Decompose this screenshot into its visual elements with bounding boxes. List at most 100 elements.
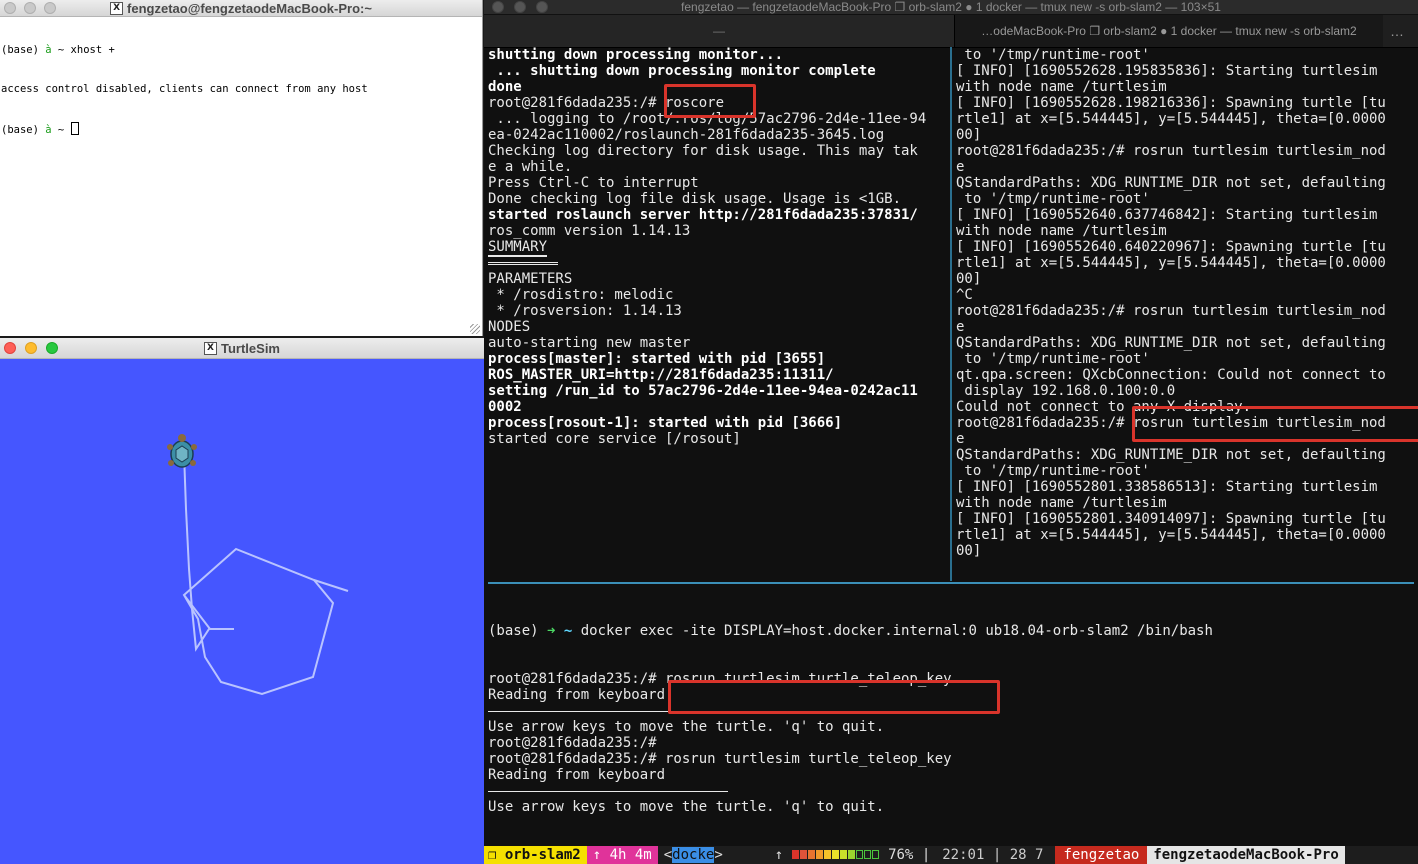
hostname-badge: fengzetaodeMacBook-Pro: [1147, 846, 1345, 864]
terminal-line: ROS_MASTER_URI=http://281f6dada235:11311…: [488, 367, 834, 383]
window-controls: [492, 1, 548, 13]
terminal-line: Could not connect to any X display.: [956, 399, 1252, 415]
terminal-line: Press Ctrl-C to interrupt: [488, 175, 699, 191]
terminal-line: e a while.: [488, 159, 573, 175]
terminal-line: [ INFO] [1690552628.195835836]: Starting…: [956, 63, 1378, 79]
battery-cell: [807, 850, 815, 859]
resize-grip-icon[interactable]: [470, 324, 480, 334]
terminal-line: setting /run_id to 57ac2796-2d4e-11ee-94…: [488, 383, 918, 399]
battery-bar: [791, 847, 880, 863]
minimize-button[interactable]: [25, 342, 37, 354]
terminal-line: [ INFO] [1690552628.198216336]: Spawning…: [956, 95, 1386, 111]
tab-label: …odeMacBook-Pro ❐ orb-slam2 ● 1 docker —…: [981, 24, 1357, 38]
terminal-line: done: [488, 79, 522, 95]
terminal-line: with node name /turtlesim: [956, 223, 1167, 239]
terminal-line: root@281f6dada235:/# rosrun turtlesim tu…: [488, 751, 952, 767]
text-cursor: [70, 122, 79, 135]
tmux-window-list[interactable]: <docke>: [657, 846, 729, 864]
tab-label: —: [713, 24, 725, 38]
terminal-line: * /rosversion: 1.14.13: [488, 303, 682, 319]
zoom-button[interactable]: [44, 2, 56, 14]
close-button[interactable]: [4, 2, 16, 14]
terminal-line: with node name /turtlesim: [956, 79, 1167, 95]
zoom-button[interactable]: [46, 342, 58, 354]
terminal-line: [488, 255, 950, 271]
terminal-line: process[rosout-1]: started with pid [366…: [488, 415, 843, 431]
turtlesim-window: X TurtleSim: [0, 338, 484, 864]
battery-cell: [823, 850, 831, 859]
xterm-titlebar[interactable]: X fengzetao@fengzetaodeMacBook-Pro:~: [0, 0, 482, 17]
terminal-line: ros_comm version 1.14.13: [488, 223, 691, 239]
terminal-line: Use arrow keys to move the turtle. 'q' t…: [488, 719, 885, 735]
terminal-line: QStandardPaths: XDG_RUNTIME_DIR not set,…: [956, 175, 1386, 191]
more-icon[interactable]: …: [1390, 23, 1404, 39]
battery-cell: [831, 850, 839, 859]
terminal-line: e: [956, 159, 965, 175]
terminal-line: root@281f6dada235:/# rosrun turtlesim tu…: [956, 415, 1386, 431]
battery-cell: [847, 850, 855, 859]
terminal-line: to '/tmp/runtime-root': [956, 463, 1150, 479]
terminal-line: rtle1] at x=[5.544445], y=[5.544445], th…: [956, 527, 1386, 543]
terminal-line: root@281f6dada235:/# rosrun turtlesim tu…: [488, 671, 952, 687]
iterm-titlebar[interactable]: fengzetao — fengzetaodeMacBook-Pro ❐ orb…: [484, 0, 1418, 15]
battery-cell: [855, 850, 863, 859]
terminal-line: e: [956, 319, 965, 335]
tab-bar: — …odeMacBook-Pro ❐ orb-slam2 ● 1 docker…: [484, 15, 1418, 48]
xterm-output[interactable]: (base) à ~ xhost + access control disabl…: [0, 18, 482, 336]
xterm-line: access control disabled, clients can con…: [1, 83, 368, 95]
terminal-line: to '/tmp/runtime-root': [956, 351, 1150, 367]
tab-inactive[interactable]: —: [484, 15, 954, 47]
pane-divider-horizontal[interactable]: [488, 582, 1414, 584]
terminal-line: Reading from keyboard: [488, 687, 666, 703]
terminal-line: 00]: [956, 127, 982, 143]
terminal-line: rtle1] at x=[5.544445], y=[5.544445], th…: [956, 255, 1386, 271]
terminal-line: started core service [/rosout]: [488, 431, 741, 447]
terminal-line: root@281f6dada235:/# rosrun turtlesim tu…: [956, 303, 1386, 319]
close-button[interactable]: [4, 342, 16, 354]
terminal-line: root@281f6dada235:/#: [488, 735, 657, 751]
battery-cell: [791, 850, 799, 859]
zoom-button[interactable]: [536, 1, 548, 13]
clock: 22:01 | 28 7: [942, 847, 1044, 863]
username-badge: fengzetao: [1055, 846, 1148, 864]
x11-icon: X: [204, 341, 217, 355]
tmux-pane-teleop[interactable]: (base) ➜ ~ docker exec -ite DISPLAY=host…: [488, 591, 1414, 841]
tmux-current-window[interactable]: docke: [672, 847, 715, 863]
close-button[interactable]: [492, 1, 504, 13]
minimize-button[interactable]: [24, 2, 36, 14]
x11-icon: X: [110, 1, 124, 15]
turtle-icon: [167, 434, 197, 468]
xterm-title: fengzetao@fengzetaodeMacBook-Pro:~: [127, 0, 372, 16]
terminal-line: Use arrow keys to move the turtle. 'q' t…: [488, 799, 885, 815]
terminal-line: root@281f6dada235:/# rosrun turtlesim tu…: [956, 143, 1386, 159]
terminal-line: to '/tmp/runtime-root': [956, 191, 1150, 207]
terminal-line: PARAMETERS: [488, 271, 573, 287]
tmux-session-name[interactable]: ❐ orb-slam2: [484, 846, 587, 864]
minimize-button[interactable]: [514, 1, 526, 13]
terminal-line: qt.qpa.screen: QXcbConnection: Could not…: [956, 367, 1386, 383]
terminal-line: process[master]: started with pid [3655]: [488, 351, 826, 367]
terminal-line: QStandardPaths: XDG_RUNTIME_DIR not set,…: [956, 447, 1386, 463]
terminal-line: 00]: [956, 543, 982, 559]
divider: [488, 783, 1414, 799]
terminal-line: (base) ➜ ~ docker exec -ite DISPLAY=host…: [488, 623, 1213, 639]
terminal-line: to '/tmp/runtime-root': [956, 47, 1150, 63]
turtlesim-titlebar[interactable]: X TurtleSim: [0, 338, 484, 359]
tab-active[interactable]: …odeMacBook-Pro ❐ orb-slam2 ● 1 docker —…: [954, 15, 1383, 47]
terminal-line: Checking log directory for disk usage. T…: [488, 143, 918, 159]
battery-cell: [799, 850, 807, 859]
xterm-line: (base) à ~ xhost +: [1, 44, 115, 56]
xterm-window: X fengzetao@fengzetaodeMacBook-Pro:~ (ba…: [0, 0, 483, 336]
divider: [488, 703, 1414, 719]
turtlesim-title: TurtleSim: [221, 340, 280, 356]
battery-cell: [839, 850, 847, 859]
terminal-line: ^C: [956, 287, 973, 303]
terminal-line: rtle1] at x=[5.544445], y=[5.544445], th…: [956, 111, 1386, 127]
tmux-pane-turtlesim[interactable]: to '/tmp/runtime-root'[ INFO] [169055262…: [956, 47, 1416, 577]
tmux-pane-roscore[interactable]: shutting down processing monitor... ... …: [488, 47, 950, 577]
terminal-line: 0002: [488, 399, 522, 415]
terminal-line: [ INFO] [1690552640.640220967]: Spawning…: [956, 239, 1386, 255]
terminal-line: with node name /turtlesim: [956, 495, 1167, 511]
pane-divider-vertical[interactable]: [950, 47, 952, 581]
turtlesim-canvas[interactable]: [0, 359, 484, 864]
